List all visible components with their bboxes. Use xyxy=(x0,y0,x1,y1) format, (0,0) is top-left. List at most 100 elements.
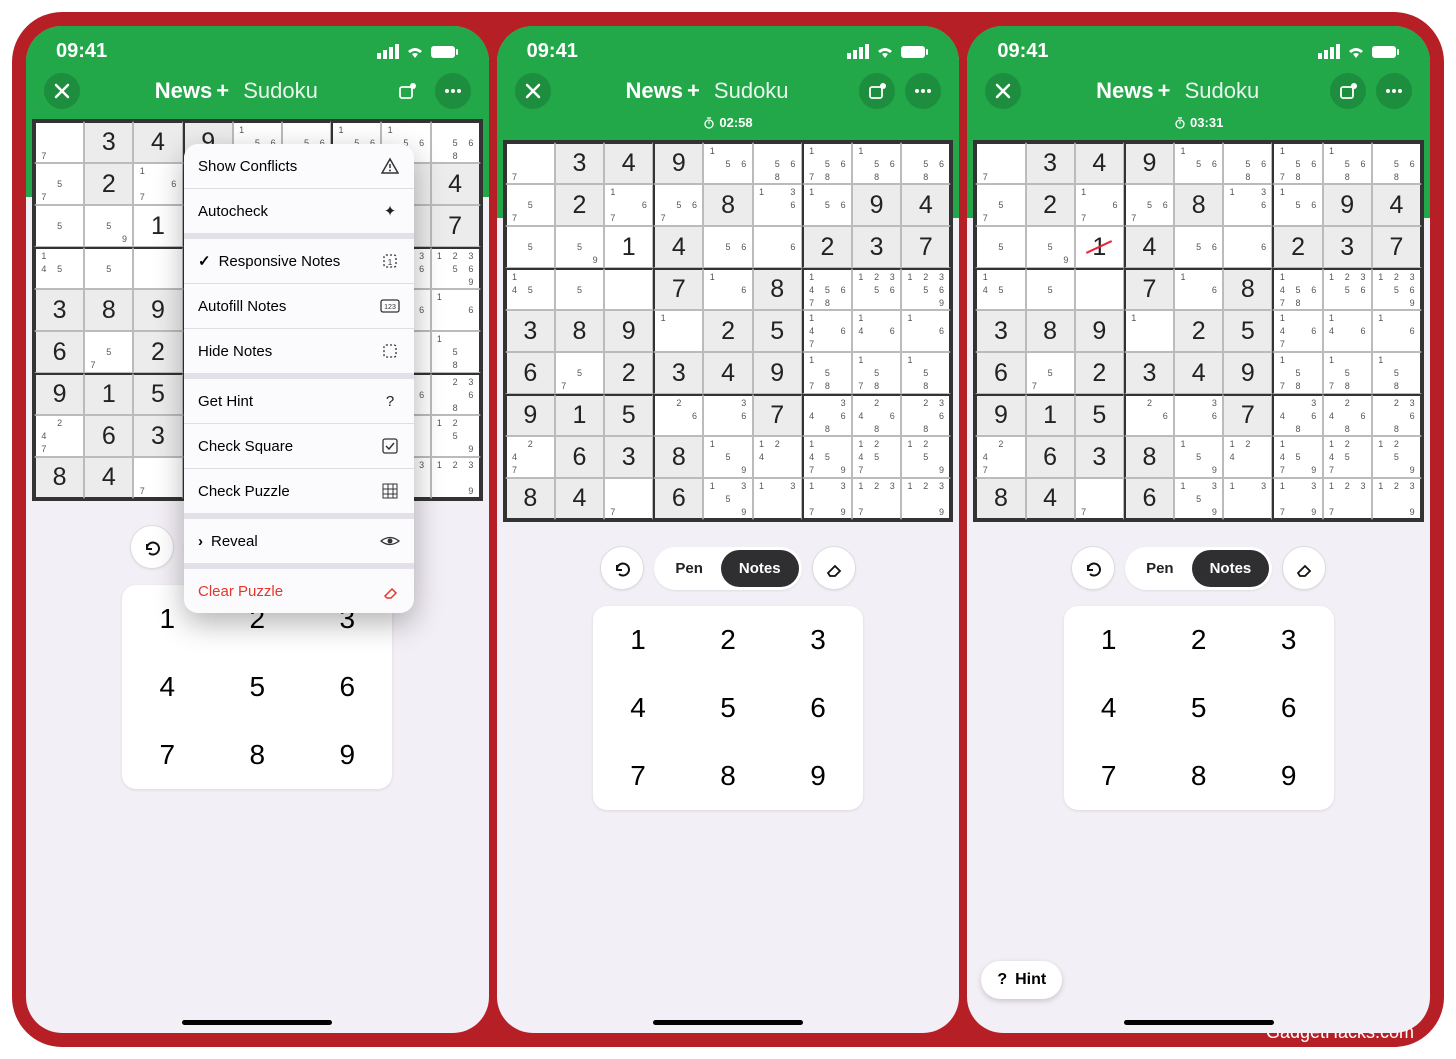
sudoku-cell[interactable]: 12356 xyxy=(1323,268,1372,310)
sudoku-cell[interactable]: 1 xyxy=(133,205,182,247)
keypad-5[interactable]: 5 xyxy=(1154,674,1244,742)
sudoku-cell[interactable]: 6 xyxy=(505,352,555,394)
sudoku-cell[interactable]: 3 xyxy=(1026,142,1075,184)
sudoku-cell[interactable]: 5 xyxy=(84,247,133,289)
sudoku-cell[interactable]: 9 xyxy=(1323,184,1372,226)
sudoku-cell[interactable]: 1568 xyxy=(1323,142,1372,184)
sudoku-cell[interactable]: 7 xyxy=(1372,226,1422,268)
sudoku-cell[interactable]: 3 xyxy=(604,436,653,478)
sudoku-cell[interactable]: 5 xyxy=(1223,310,1272,352)
keypad-7[interactable]: 7 xyxy=(122,721,212,789)
sudoku-cell[interactable]: 5 xyxy=(604,394,653,436)
menu-check-square[interactable]: Check Square xyxy=(184,424,414,469)
sudoku-cell[interactable]: 12457 xyxy=(1323,436,1372,478)
sudoku-cell[interactable]: 2468 xyxy=(852,394,901,436)
sudoku-cell[interactable]: 5 xyxy=(1075,394,1124,436)
sudoku-cell[interactable]: 2 xyxy=(703,310,752,352)
sudoku-cell[interactable]: 9 xyxy=(653,142,703,184)
keypad-1[interactable]: 1 xyxy=(1064,606,1154,674)
more-button[interactable] xyxy=(435,73,471,109)
sudoku-cell[interactable]: 3468 xyxy=(802,394,852,436)
sudoku-cell[interactable]: 2 xyxy=(1026,184,1075,226)
sudoku-cell[interactable]: 1 xyxy=(1075,226,1124,268)
sudoku-cell[interactable]: 16 xyxy=(431,289,481,331)
sudoku-cell[interactable]: 13 xyxy=(1223,478,1272,520)
sudoku-cell[interactable]: 4 xyxy=(1026,478,1075,520)
sudoku-cell[interactable]: 3 xyxy=(133,415,182,457)
keypad-9[interactable]: 9 xyxy=(773,742,863,810)
keypad-2[interactable]: 2 xyxy=(683,606,773,674)
sudoku-cell[interactable]: 8 xyxy=(505,478,555,520)
sudoku-cell[interactable]: 9 xyxy=(34,373,84,415)
sudoku-cell[interactable]: 9 xyxy=(852,184,901,226)
sudoku-cell[interactable]: 7 xyxy=(1075,478,1124,520)
eraser-button[interactable] xyxy=(1282,546,1326,590)
sudoku-cell[interactable]: 13 xyxy=(753,478,802,520)
mode-toggle[interactable]: Pen Notes xyxy=(654,547,801,590)
sudoku-cell[interactable]: 57 xyxy=(84,331,133,373)
close-button[interactable] xyxy=(44,73,80,109)
sudoku-cell[interactable]: 4 xyxy=(653,226,703,268)
sudoku-cell[interactable]: 2 xyxy=(1075,352,1124,394)
sudoku-cell[interactable]: 57 xyxy=(1026,352,1075,394)
sudoku-cell[interactable]: 59 xyxy=(1026,226,1075,268)
sudoku-cell[interactable]: 57 xyxy=(975,184,1025,226)
sudoku-cell[interactable]: 136 xyxy=(1223,184,1272,226)
sudoku-cell[interactable]: 9 xyxy=(1124,142,1174,184)
sudoku-cell[interactable]: 2 xyxy=(84,163,133,205)
sudoku-cell[interactable]: 145 xyxy=(505,268,555,310)
more-button[interactable] xyxy=(905,73,941,109)
sudoku-cell[interactable]: 6 xyxy=(1223,226,1272,268)
sudoku-cell[interactable]: 6 xyxy=(653,478,703,520)
keypad-4[interactable]: 4 xyxy=(593,674,683,742)
sudoku-cell[interactable]: 16 xyxy=(1372,310,1422,352)
keypad-3[interactable]: 3 xyxy=(773,606,863,674)
sudoku-cell[interactable]: 1 xyxy=(653,310,703,352)
sudoku-cell[interactable]: 1239 xyxy=(901,478,951,520)
sudoku-cell[interactable]: 158 xyxy=(901,352,951,394)
keypad-4[interactable]: 4 xyxy=(122,653,212,721)
sudoku-cell[interactable]: 1379 xyxy=(802,478,852,520)
share-button[interactable] xyxy=(1330,73,1366,109)
sudoku-cell[interactable]: 59 xyxy=(555,226,604,268)
sudoku-cell[interactable]: 6 xyxy=(1026,436,1075,478)
sudoku-cell[interactable]: 2368 xyxy=(1372,394,1422,436)
sudoku-cell[interactable] xyxy=(133,247,182,289)
sudoku-cell[interactable]: 3 xyxy=(653,352,703,394)
sudoku-cell[interactable]: 7 xyxy=(975,142,1025,184)
sudoku-cell[interactable]: 7 xyxy=(653,268,703,310)
sudoku-cell[interactable]: 8 xyxy=(555,310,604,352)
sudoku-cell[interactable]: 3 xyxy=(975,310,1025,352)
sudoku-cell[interactable]: 4 xyxy=(703,352,752,394)
sudoku-cell[interactable]: 8 xyxy=(1174,184,1223,226)
undo-button[interactable] xyxy=(130,525,174,569)
sudoku-cell[interactable]: 7 xyxy=(34,121,84,163)
sudoku-cell[interactable]: 156 xyxy=(1272,184,1322,226)
keypad-5[interactable]: 5 xyxy=(683,674,773,742)
keypad-8[interactable]: 8 xyxy=(683,742,773,810)
sudoku-cell[interactable]: 7 xyxy=(901,226,951,268)
eraser-button[interactable] xyxy=(812,546,856,590)
sudoku-cell[interactable]: 1 xyxy=(1124,310,1174,352)
sudoku-cell[interactable]: 2 xyxy=(133,331,182,373)
sudoku-cell[interactable]: 2 xyxy=(604,352,653,394)
sudoku-cell[interactable]: 568 xyxy=(431,121,481,163)
undo-button[interactable] xyxy=(1071,546,1115,590)
sudoku-cell[interactable]: 568 xyxy=(753,142,802,184)
menu-check-puzzle[interactable]: Check Puzzle xyxy=(184,469,414,519)
keypad-1[interactable]: 1 xyxy=(593,606,683,674)
sudoku-cell[interactable]: 57 xyxy=(505,184,555,226)
menu-get-hint[interactable]: Get Hint ? xyxy=(184,379,414,424)
sudoku-cell[interactable]: 7 xyxy=(1124,268,1174,310)
sudoku-cell[interactable]: 7 xyxy=(133,457,182,499)
sudoku-cell[interactable]: 567 xyxy=(653,184,703,226)
sudoku-cell[interactable]: 7 xyxy=(604,478,653,520)
sudoku-cell[interactable]: 7 xyxy=(431,205,481,247)
sudoku-cell[interactable]: 158 xyxy=(431,331,481,373)
sudoku-cell[interactable]: 5 xyxy=(753,310,802,352)
keypad-6[interactable]: 6 xyxy=(302,653,392,721)
sudoku-cell[interactable]: 1 xyxy=(1026,394,1075,436)
more-button[interactable] xyxy=(1376,73,1412,109)
sudoku-cell[interactable]: 9 xyxy=(753,352,802,394)
sudoku-cell[interactable]: 8 xyxy=(975,478,1025,520)
